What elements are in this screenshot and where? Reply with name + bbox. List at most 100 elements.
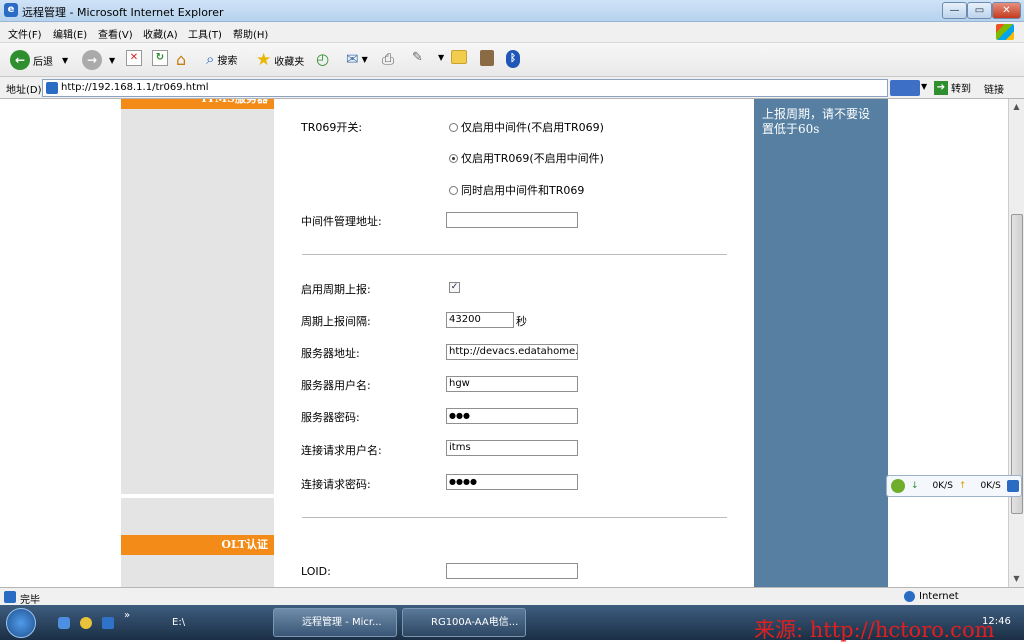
address-dropdown-icon[interactable] <box>890 80 920 96</box>
report-interval-unit: 秒 <box>516 315 527 328</box>
book-icon <box>480 50 494 66</box>
radio-middleware-only[interactable]: 仅启用中间件(不启用TR069) <box>449 119 604 135</box>
loid-input[interactable] <box>446 563 578 579</box>
chevron-down-icon: ▼ <box>62 55 69 65</box>
favorites-button[interactable]: ★ 收藏夹 <box>256 50 304 70</box>
history-icon: ◴ <box>316 50 330 68</box>
search-button[interactable]: ⌕ 搜索 <box>206 50 237 68</box>
toolbar: ← 后退 ▼ → ▼ ✕ ↻ ⌂ ⌕ 搜索 ★ 收藏夹 ◴ ✉ ▼ ⎙ ✎ ▼ ᛒ <box>0 43 1024 77</box>
edit-button[interactable]: ✎ <box>412 50 423 65</box>
search-icon: ⌕ <box>206 50 215 68</box>
page-content: ITMS服务器 OLT认证 TR069开关: 仅启用中间件(不启用TR069) … <box>0 99 1008 587</box>
qq-quicklaunch-icon[interactable] <box>80 617 92 629</box>
taskbar-item-ie[interactable]: 远程管理 - Micr... <box>273 608 397 637</box>
address-label: 地址(D) <box>6 85 42 96</box>
chevron-down-icon: ▼ <box>438 52 445 62</box>
refresh-button[interactable]: ↻ <box>152 50 168 66</box>
ie-quicklaunch-icon[interactable] <box>58 617 70 629</box>
radio-label: 同时启用中间件和TR069 <box>461 184 585 197</box>
report-interval-input[interactable]: 43200 <box>446 312 514 328</box>
server-pwd-input[interactable]: ●●● <box>446 408 578 424</box>
periodic-report-checkbox[interactable]: ✓ <box>449 282 460 293</box>
window-title: 远程管理 - Microsoft Internet Explorer <box>22 6 224 19</box>
chevron-down-icon[interactable]: ▼ <box>921 82 927 91</box>
menu-tools[interactable]: 工具(T) <box>188 26 222 41</box>
divider <box>121 494 274 498</box>
print-button[interactable]: ⎙ <box>382 50 394 68</box>
security-zone: Internet <box>919 591 959 602</box>
history-button[interactable]: ◴ <box>316 50 329 68</box>
app-quicklaunch-icon[interactable] <box>102 617 114 629</box>
radio-button[interactable] <box>449 122 458 132</box>
server-user-label: 服务器用户名: <box>301 379 371 392</box>
printer-icon: ⎙ <box>382 50 395 68</box>
bluetooth-icon: ᛒ <box>506 50 520 68</box>
network-speed-widget[interactable]: ↓ 0K/S ↑ 0K/S <box>886 475 1022 497</box>
menu-view[interactable]: 查看(V) <box>98 26 133 41</box>
periodic-report-label: 启用周期上报: <box>301 283 371 296</box>
stop-button[interactable]: ✕ <box>126 50 142 66</box>
status-text: 完毕 <box>20 595 40 606</box>
page-done-icon <box>4 591 16 603</box>
close-button[interactable]: ✕ <box>992 2 1021 19</box>
go-arrow-icon: ➔ <box>934 80 948 95</box>
server-user-input[interactable]: hgw <box>446 376 578 392</box>
conn-user-input[interactable]: itms <box>446 440 578 456</box>
bluetooth-button[interactable]: ᛒ <box>506 50 520 68</box>
menu-file[interactable]: 文件(F) <box>8 26 42 41</box>
start-button[interactable] <box>6 608 36 638</box>
ie-icon: e <box>4 3 18 17</box>
network-icon <box>891 479 905 493</box>
menu-help[interactable]: 帮助(H) <box>233 26 268 41</box>
radio-label: 仅启用TR069(不启用中间件) <box>461 152 604 165</box>
go-button[interactable]: ➔ 转到 <box>934 80 971 95</box>
scroll-up-arrow[interactable]: ▲ <box>1009 99 1024 115</box>
taskbar-item-rg100a[interactable]: RG100A-AA电信... <box>402 608 526 637</box>
minimize-button[interactable]: — <box>942 2 967 19</box>
home-button[interactable]: ⌂ <box>176 50 186 69</box>
upload-arrow-icon: ↑ <box>958 481 967 491</box>
menu-favorites[interactable]: 收藏(A) <box>143 26 178 41</box>
left-nav <box>121 99 274 587</box>
folder-button[interactable]: ▼ <box>438 50 468 64</box>
status-bar: 完毕 Internet <box>0 587 1024 606</box>
section-divider <box>302 517 727 518</box>
radio-label: 仅启用中间件(不启用TR069) <box>461 121 604 134</box>
radio-button-selected[interactable] <box>449 153 458 163</box>
address-url: http://192.168.1.1/tr069.html <box>61 82 209 93</box>
loid-label: LOID: <box>301 565 331 578</box>
menu-edit[interactable]: 编辑(E) <box>53 26 87 41</box>
title-bar: e 远程管理 - Microsoft Internet Explorer — ▭… <box>0 0 1024 22</box>
scroll-down-arrow[interactable]: ▼ <box>1009 571 1024 587</box>
chevron-down-icon: ▼ <box>109 55 116 65</box>
search-label: 搜索 <box>217 55 238 67</box>
chevron-right-icon[interactable]: » <box>124 610 130 621</box>
radio-button[interactable] <box>449 185 458 195</box>
upload-speed: 0K/S <box>980 481 1001 491</box>
maximize-button[interactable]: ▭ <box>967 2 992 19</box>
download-arrow-icon: ↓ <box>911 481 919 491</box>
help-text: 上报周期，请不要设置低于60s <box>762 107 871 136</box>
mail-button[interactable]: ✉ ▼ <box>346 50 368 68</box>
radio-tr069-only[interactable]: 仅启用TR069(不启用中间件) <box>449 150 604 166</box>
server-pwd-label: 服务器密码: <box>301 411 360 424</box>
conn-pwd-input[interactable]: ●●●● <box>446 474 578 490</box>
home-icon: ⌂ <box>176 50 187 69</box>
back-arrow-icon: ← <box>10 50 30 70</box>
radio-both[interactable]: 同时启用中间件和TR069 <box>449 182 584 198</box>
middleware-addr-input[interactable] <box>446 212 578 228</box>
back-button[interactable]: ← 后退 ▼ <box>10 50 68 70</box>
research-button[interactable] <box>480 50 494 66</box>
vertical-scrollbar[interactable]: ▲ ▼ <box>1008 99 1024 587</box>
address-input[interactable]: http://192.168.1.1/tr069.html <box>42 79 888 97</box>
refresh-icon: ↻ <box>152 50 168 66</box>
forward-arrow-icon: → <box>82 50 102 70</box>
tr069-switch-label: TR069开关: <box>301 121 363 134</box>
links-label[interactable]: 链接 <box>984 81 1004 96</box>
taskbar-item-drive[interactable]: E:\ <box>145 608 267 637</box>
globe-icon <box>904 591 915 602</box>
forward-button[interactable]: → ▼ <box>82 50 115 70</box>
server-addr-input[interactable]: http://devacs.edatahome.co <box>446 344 578 360</box>
favorites-label: 收藏夹 <box>274 56 305 68</box>
scroll-thumb[interactable] <box>1011 214 1023 514</box>
